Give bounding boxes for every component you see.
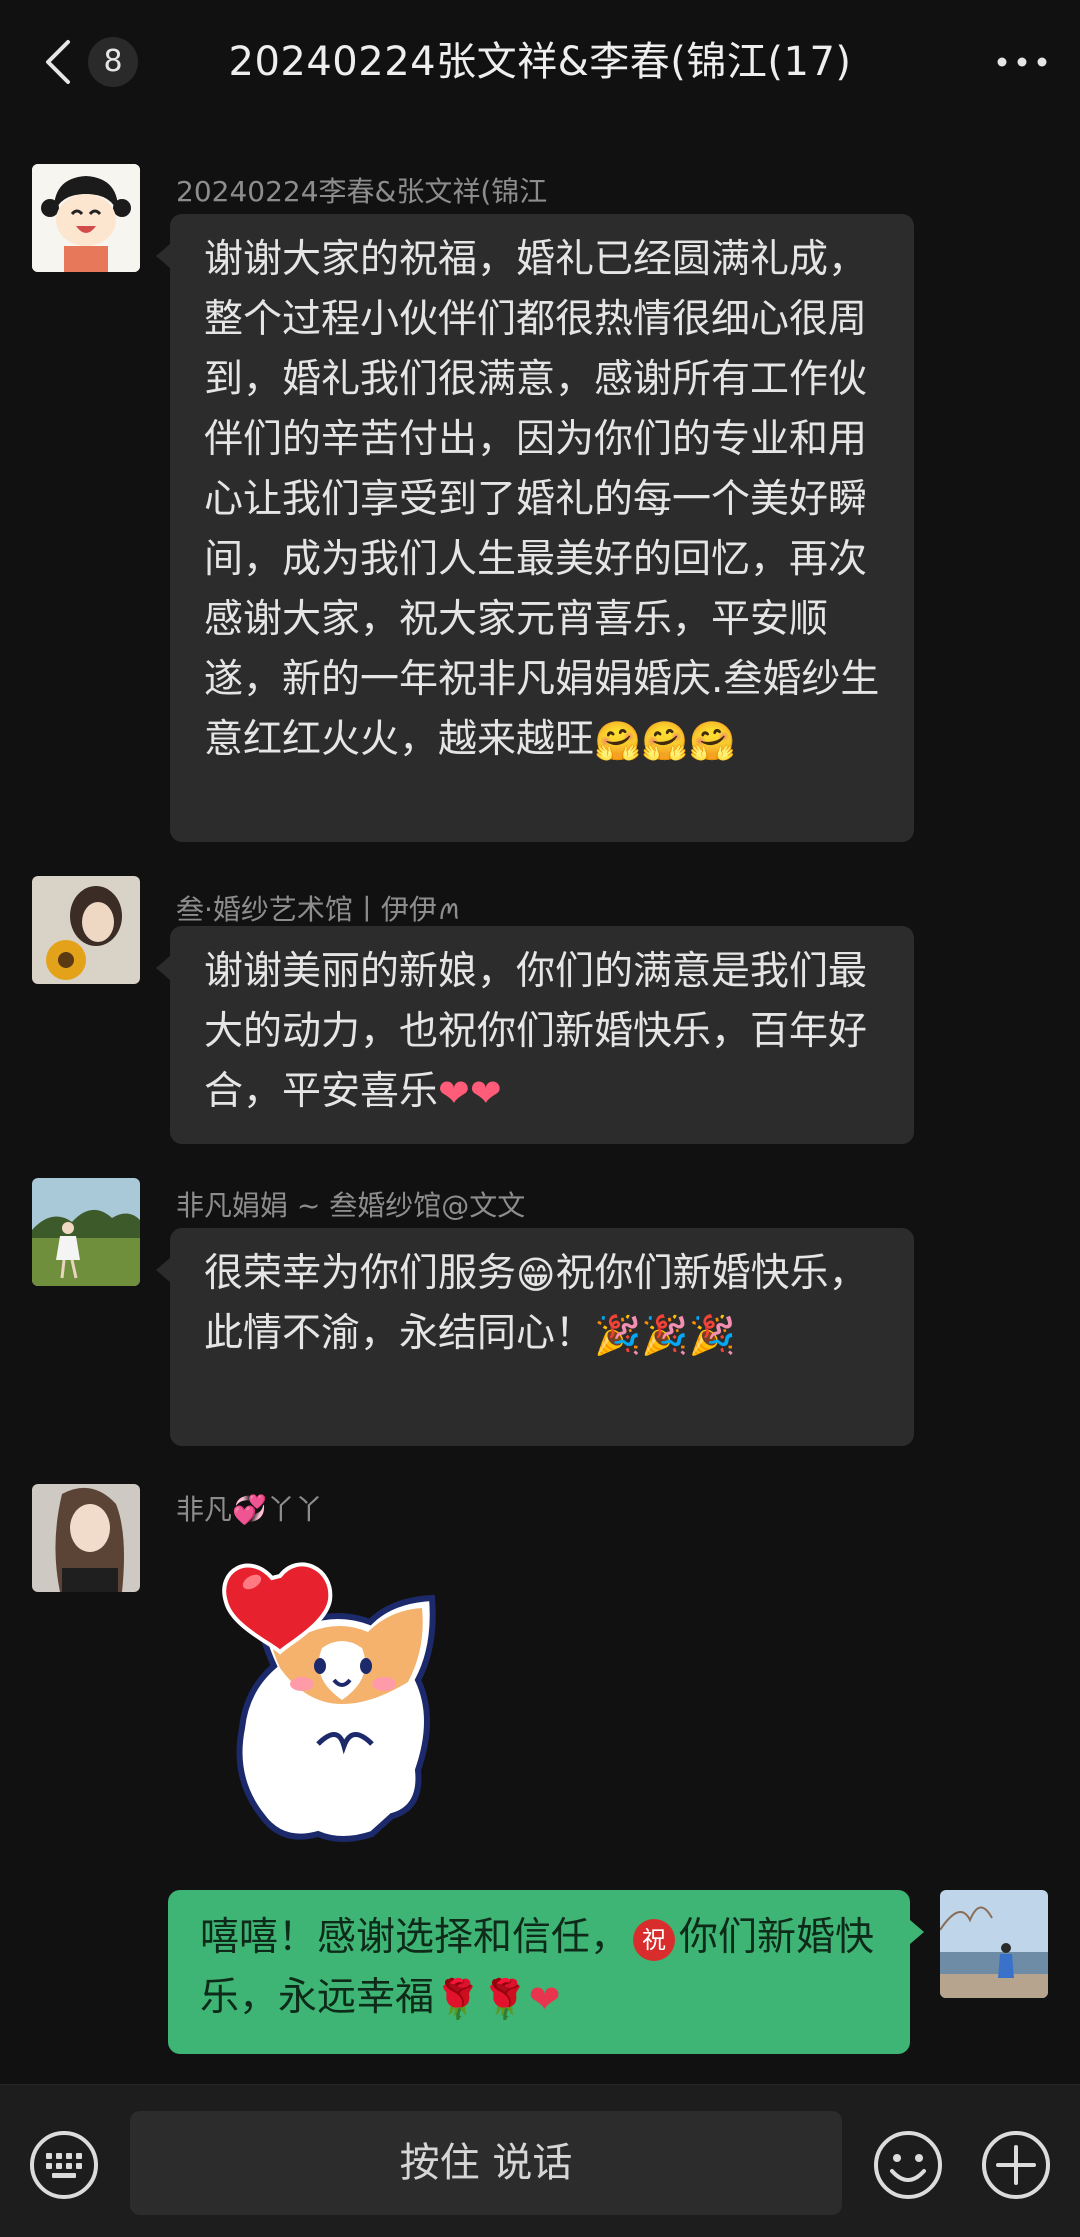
more-options-icon[interactable] [992,38,1052,86]
message-text: 谢谢美丽的新娘，你们的满意是我们最大的动力，也祝你们新婚快乐，百年好合，平安喜乐 [204,949,868,1114]
heart-emoji-icon: ❤❤ [438,1071,502,1115]
avatar[interactable] [32,1484,140,1592]
hug-emoji-icon: 🤗🤗🤗 [594,719,736,763]
hold-to-talk-button[interactable]: 按住 说话 [130,2111,842,2215]
corgi-heart-sticker[interactable] [222,1548,462,1846]
message-bubble[interactable]: 谢谢大家的祝福，婚礼已经圆满礼成，整个过程小伙伴们都很热情很细心很周到，婚礼我们… [156,214,914,842]
emoji-icon[interactable] [872,2129,944,2201]
sender-name: 非凡💞丫丫 [176,1493,323,1526]
my-avatar[interactable] [940,1890,1048,1998]
chat-header: 8 20240224张文祥&李春(锦江(17) [0,0,1080,125]
chat-title: 20240224张文祥&李春(锦江(17) [228,39,852,85]
sender-name: 20240224李春&张文祥(锦江 [176,175,548,208]
grin-emoji-icon: 😁 [516,1253,556,1297]
message-text: 嘻嘻！感谢选择和信任， [200,1915,630,1960]
avatar[interactable] [32,1178,140,1286]
plus-icon[interactable] [980,2129,1052,2201]
avatar[interactable] [32,876,140,984]
keyboard-icon[interactable] [28,2129,100,2201]
rose-heart-emoji-icon: 🌹🌹❤ [434,1977,561,2021]
sender-name: 非凡娟娟 ~ 叁婚纱馆@文文 [176,1189,526,1222]
my-message-bubble[interactable]: 嘻嘻！感谢选择和信任，祝你们新婚快乐，永远幸福🌹🌹❤ [168,1890,924,2054]
input-bar: 按住 说话 [0,2084,1080,2237]
hearts-emoji-icon: 💞 [232,1493,267,1526]
party-popper-emoji-icon: 🎉🎉🎉 [594,1313,736,1357]
message-bubble[interactable]: 很荣幸为你们服务😁祝你们新婚快乐，此情不渝，永结同心！🎉🎉🎉 [156,1228,914,1446]
avatar[interactable] [32,164,140,272]
blessing-badge-icon: 祝 [633,1919,676,1961]
message-text: 很荣幸为你们服务 [204,1251,517,1296]
message-text: 谢谢大家的祝福，婚礼已经圆满礼成，整个过程小伙伴们都很热情很细心很周到，婚礼我们… [204,237,880,762]
message-bubble[interactable]: 谢谢美丽的新娘，你们的满意是我们最大的动力，也祝你们新婚快乐，百年好合，平安喜乐… [156,926,914,1144]
